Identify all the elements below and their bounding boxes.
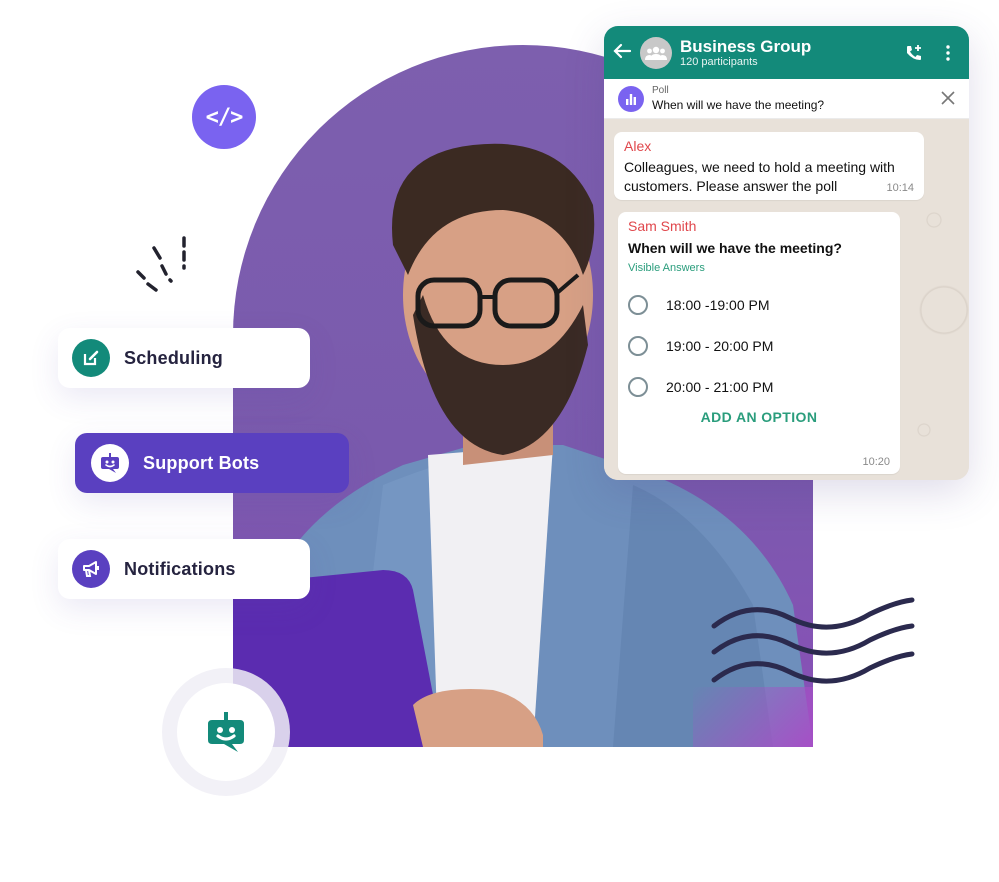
feature-notifications[interactable]: Notifications — [58, 539, 310, 599]
arch-glow — [693, 687, 813, 747]
poll-option[interactable]: 18:00 -19:00 PM — [628, 284, 890, 325]
option-label: 20:00 - 21:00 PM — [666, 378, 774, 395]
participant-count: 120 participants — [680, 55, 758, 68]
code-icon: </> — [192, 85, 256, 149]
chat-messages: Alex Colleagues, we need to hold a meeti… — [604, 120, 969, 480]
radio-button[interactable] — [628, 294, 648, 315]
bot-icon — [208, 712, 244, 752]
feature-support-bots[interactable]: Support Bots — [75, 433, 349, 493]
group-avatar[interactable] — [640, 36, 672, 69]
poll-option[interactable]: 20:00 - 21:00 PM — [628, 366, 890, 407]
feature-label: Support Bots — [143, 452, 260, 473]
sparkle-doodle-icon — [136, 236, 186, 292]
radio-button[interactable] — [628, 335, 648, 356]
feature-label: Scheduling — [124, 347, 224, 368]
bot-badge — [162, 668, 290, 796]
more-vertical-icon[interactable] — [937, 42, 959, 64]
feature-scheduling[interactable]: Scheduling — [58, 328, 310, 388]
add-call-icon[interactable] — [903, 42, 925, 64]
wave-lines-icon — [711, 597, 915, 684]
sender-name: Sam Smith — [628, 218, 697, 234]
feature-label: Notifications — [124, 558, 236, 579]
message-time: 10:14 — [886, 182, 914, 194]
sender-name: Alex — [624, 138, 652, 154]
chat-window: Business Group 120 participants Poll Whe… — [604, 26, 969, 480]
poll-question: When will we have the meeting? — [628, 240, 842, 256]
poll-message: Sam Smith When will we have the meeting?… — [618, 212, 900, 474]
pinned-poll-bar[interactable]: Poll When will we have the meeting? — [604, 79, 969, 119]
chat-header: Business Group 120 participants — [604, 26, 969, 79]
group-name: Business Group — [680, 36, 812, 56]
edit-icon — [72, 339, 110, 377]
poll-option[interactable]: 19:00 - 20:00 PM — [628, 325, 890, 366]
radio-button[interactable] — [628, 376, 648, 397]
message-text: Colleagues, we need to hold a meeting wi… — [624, 159, 895, 194]
close-icon[interactable] — [941, 89, 955, 109]
add-option-button[interactable]: ADD AN OPTION — [628, 409, 890, 425]
poll-chart-icon — [618, 85, 644, 112]
bot-icon — [91, 444, 129, 482]
pinned-label: Poll — [652, 84, 669, 96]
arrow-left-icon[interactable] — [612, 41, 634, 65]
message-bubble: Alex Colleagues, we need to hold a meeti… — [614, 132, 924, 200]
pinned-question: When will we have the meeting? — [652, 97, 825, 112]
option-label: 19:00 - 20:00 PM — [666, 337, 774, 354]
megaphone-icon — [72, 550, 110, 588]
message-time: 10:20 — [862, 456, 890, 468]
option-label: 18:00 -19:00 PM — [666, 296, 770, 313]
poll-visibility: Visible Answers — [628, 262, 705, 274]
